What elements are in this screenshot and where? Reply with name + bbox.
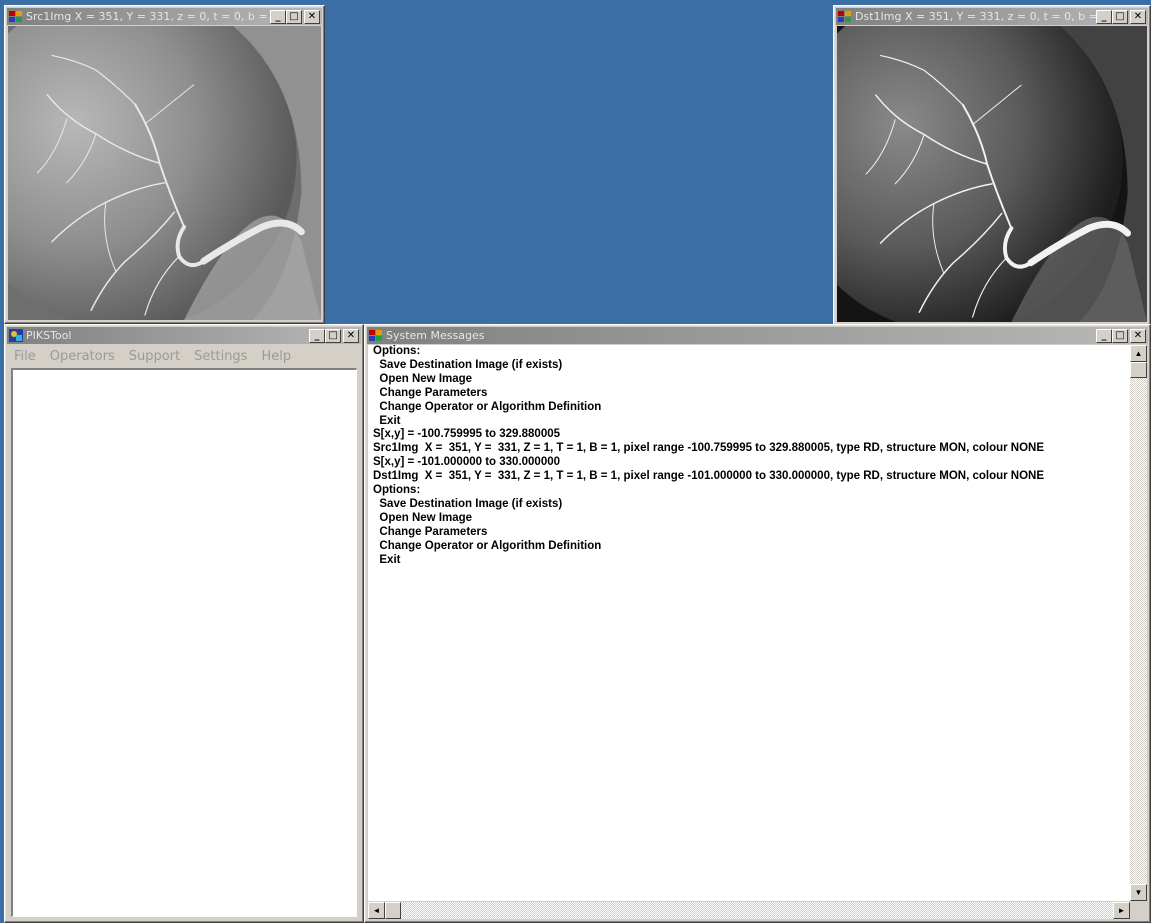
menu-help[interactable]: Help — [254, 349, 298, 364]
message-line: Change Operator or Algorithm Definition — [373, 400, 602, 413]
message-line: Dst1Img X = 351, Y = 331, Z = 1, T = 1, … — [373, 470, 1045, 483]
message-line: Save Destination Image (if exists) — [373, 497, 563, 510]
pikstool-client-area — [11, 368, 357, 917]
scroll-left-button[interactable]: ◄ — [368, 902, 385, 919]
pikstool-icon — [9, 329, 23, 342]
message-line: Change Parameters — [373, 525, 488, 538]
pikstool-title: PIKSTool — [26, 329, 72, 342]
horizontal-scroll-thumb[interactable] — [385, 902, 401, 919]
scroll-down-button[interactable]: ▼ — [1130, 884, 1147, 901]
message-line: Exit — [373, 414, 401, 427]
menu-operators[interactable]: Operators — [43, 349, 122, 364]
src-image-title: Src1Img X = 351, Y = 331, z = 0, t = 0, … — [26, 10, 270, 23]
close-button[interactable]: ✕ — [343, 328, 359, 343]
menu-support[interactable]: Support — [122, 349, 187, 364]
message-line: Change Operator or Algorithm Definition — [373, 539, 602, 552]
message-line: Save Destination Image (if exists) — [373, 358, 563, 371]
minimize-button[interactable]: _ — [270, 9, 286, 24]
maximize-button[interactable]: □ — [286, 9, 302, 24]
vertical-scrollbar[interactable]: ▲ ▼ — [1130, 345, 1147, 901]
pikstool-titlebar[interactable]: PIKSTool _ □ ✕ — [7, 327, 361, 344]
close-button[interactable]: ✕ — [304, 9, 320, 24]
message-line: S[x,y] = -100.759995 to 329.880005 — [373, 428, 561, 441]
minimize-button[interactable]: _ — [1096, 9, 1112, 24]
message-line: Options: — [373, 484, 421, 497]
message-line: Exit — [373, 553, 401, 566]
close-button[interactable]: ✕ — [1130, 328, 1146, 343]
app-window-icon — [838, 11, 851, 22]
system-messages-window[interactable]: System Messages _ □ ✕ Options: Save Dest… — [364, 324, 1151, 923]
message-line: Options: — [373, 345, 421, 357]
pikstool-window[interactable]: PIKSTool _ □ ✕ File Operators Support Se… — [4, 324, 364, 923]
dst-image-titlebar[interactable]: Dst1Img X = 351, Y = 331, z = 0, t = 0, … — [836, 8, 1148, 25]
messages-log: Options: Save Destination Image (if exis… — [373, 345, 1044, 568]
scroll-up-button[interactable]: ▲ — [1130, 345, 1147, 362]
system-messages-title: System Messages — [386, 329, 485, 342]
maximize-button[interactable]: □ — [1112, 9, 1128, 24]
messages-text-area[interactable]: Options: Save Destination Image (if exis… — [368, 345, 1130, 901]
message-line: Open New Image — [373, 511, 473, 524]
pikstool-menubar: File Operators Support Settings Help — [8, 346, 360, 366]
dst-image-window[interactable]: Dst1Img X = 351, Y = 331, z = 0, t = 0, … — [833, 5, 1151, 326]
menu-file[interactable]: File — [8, 349, 43, 364]
src-image-titlebar[interactable]: Src1Img X = 351, Y = 331, z = 0, t = 0, … — [7, 8, 322, 25]
app-window-icon — [369, 330, 382, 341]
src-angiogram-image — [8, 26, 321, 320]
vertical-scroll-thumb[interactable] — [1130, 362, 1147, 378]
message-line: Change Parameters — [373, 386, 488, 399]
menu-settings[interactable]: Settings — [187, 349, 254, 364]
app-window-icon — [9, 11, 22, 22]
message-line: S[x,y] = -101.000000 to 330.000000 — [373, 456, 561, 469]
maximize-button[interactable]: □ — [1112, 328, 1128, 343]
system-messages-titlebar[interactable]: System Messages _ □ ✕ — [367, 327, 1148, 344]
minimize-button[interactable]: _ — [1096, 328, 1112, 343]
resize-grip[interactable] — [1130, 902, 1147, 919]
dst-image-title: Dst1Img X = 351, Y = 331, z = 0, t = 0, … — [855, 10, 1096, 23]
src-image-window[interactable]: Src1Img X = 351, Y = 331, z = 0, t = 0, … — [4, 5, 325, 324]
minimize-button[interactable]: _ — [309, 328, 325, 343]
scroll-right-button[interactable]: ► — [1113, 902, 1130, 919]
dst-angiogram-image — [837, 26, 1147, 322]
close-button[interactable]: ✕ — [1130, 9, 1146, 24]
message-line: Src1Img X = 351, Y = 331, Z = 1, T = 1, … — [373, 442, 1045, 455]
message-line: Open New Image — [373, 372, 473, 385]
maximize-button[interactable]: □ — [325, 328, 341, 343]
horizontal-scrollbar[interactable]: ◄ ► — [368, 902, 1130, 919]
